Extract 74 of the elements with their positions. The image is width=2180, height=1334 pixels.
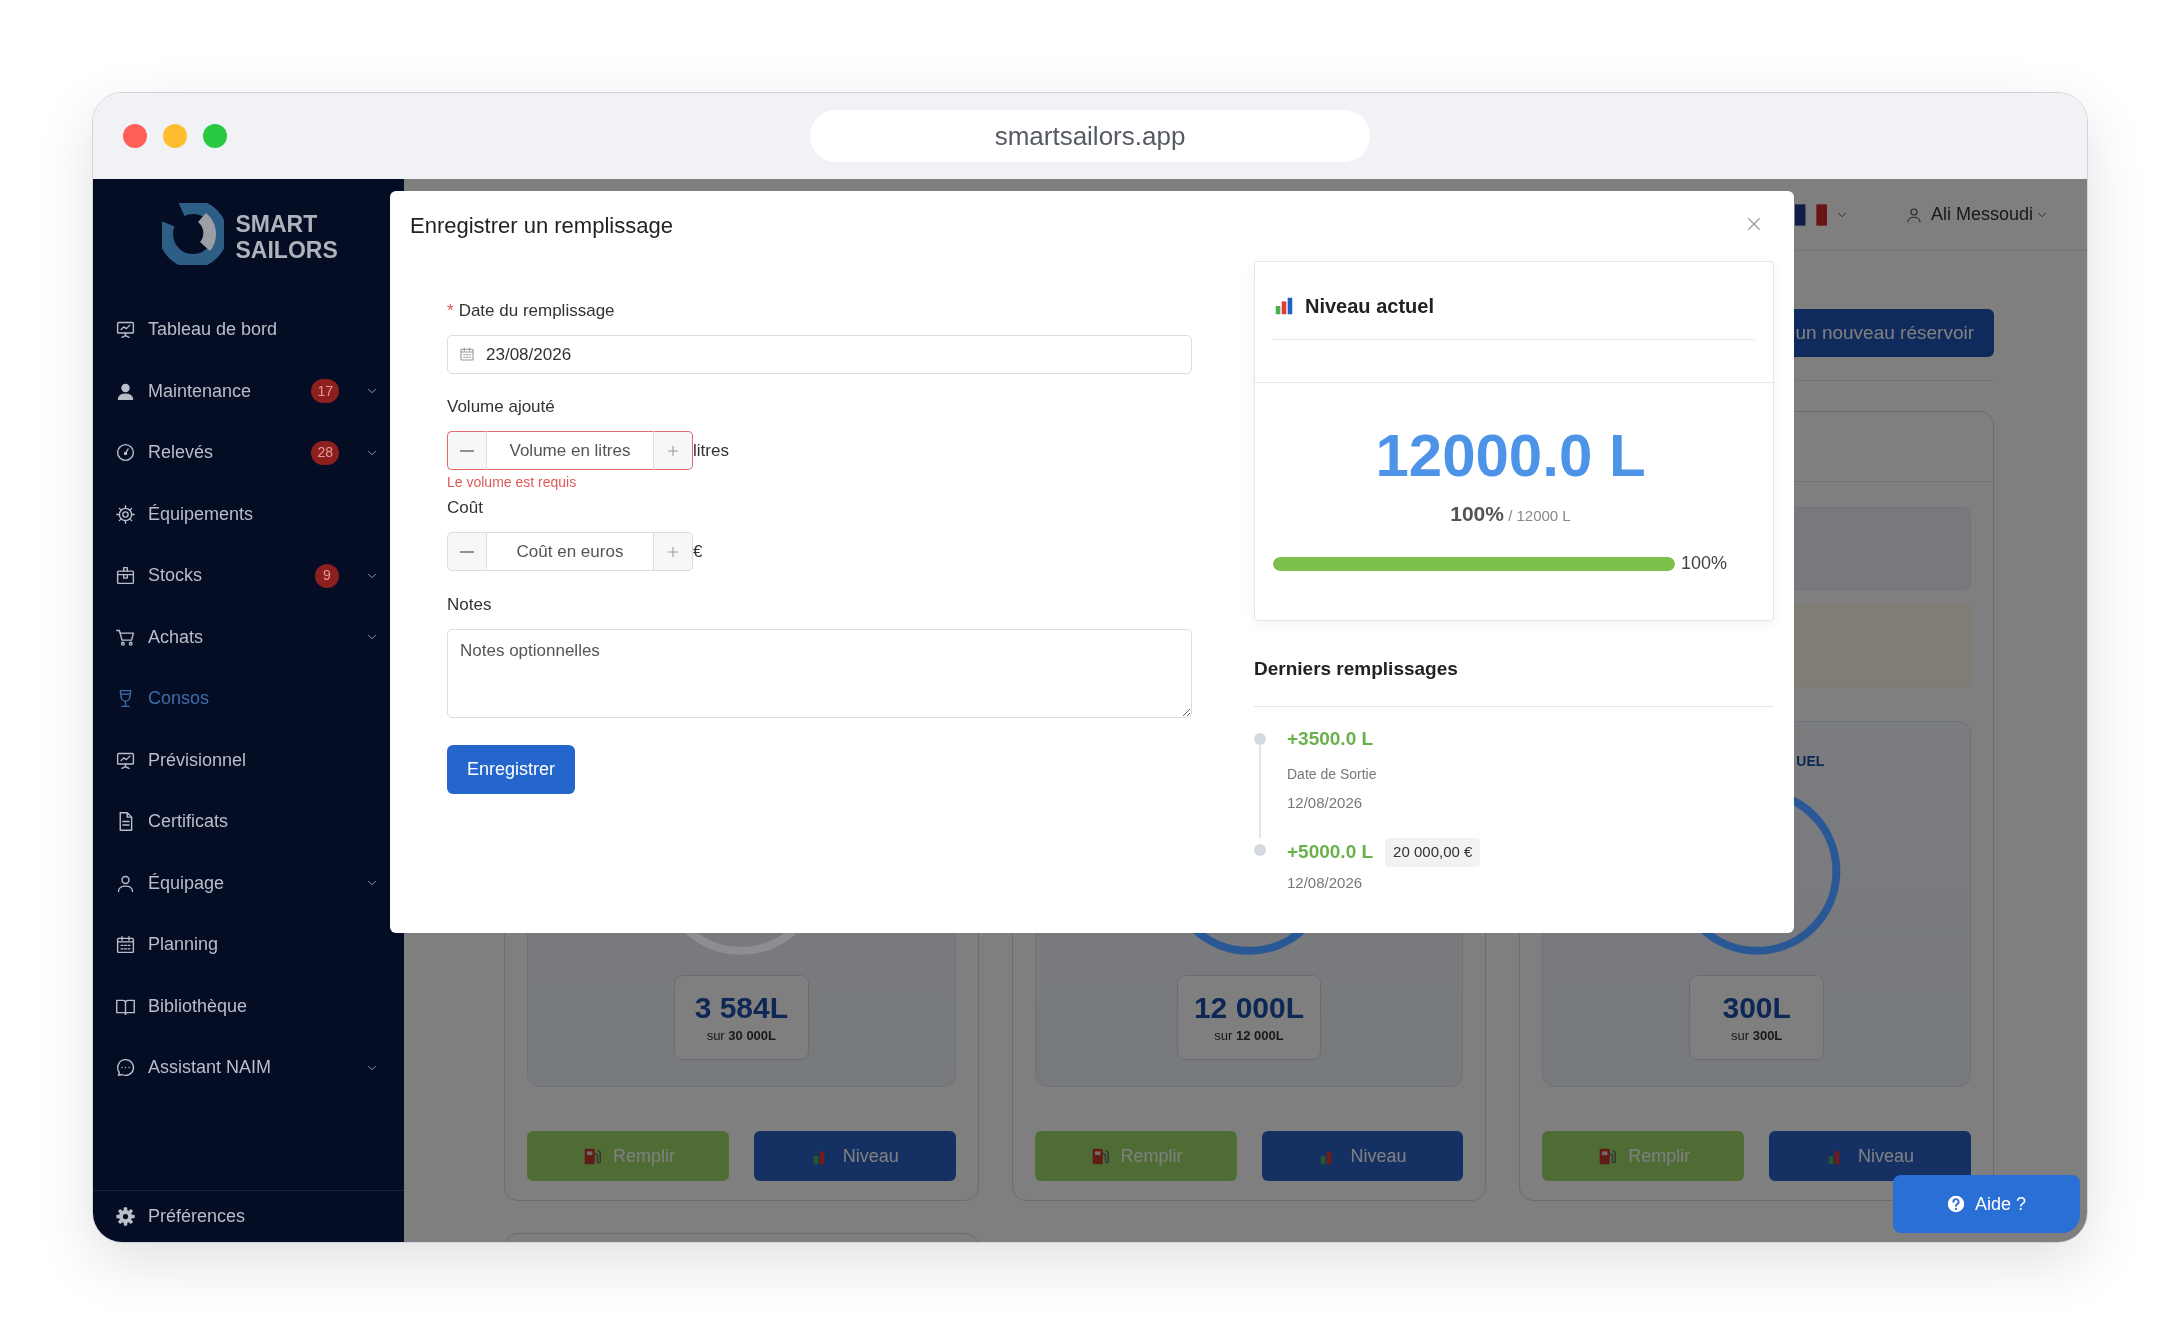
sidebar-item[interactable]: Assistant NAIM xyxy=(93,1037,404,1099)
help-icon xyxy=(1946,1195,1965,1213)
minus-icon xyxy=(460,449,474,452)
increment-button[interactable] xyxy=(653,431,693,470)
sidebar-item[interactable]: Préférences xyxy=(93,1190,404,1242)
field-label: Notes xyxy=(447,595,492,614)
fill-date: 12/08/2026 xyxy=(1287,794,1363,811)
fill-note: Date de Sortie xyxy=(1287,766,1377,782)
minimize-window-button[interactable] xyxy=(163,124,187,148)
user-menu[interactable]: Ali Messoudi xyxy=(1904,201,2049,228)
gauge-title: UEL xyxy=(1796,753,1825,769)
chat-icon xyxy=(115,1057,136,1079)
bar-chart-icon xyxy=(1273,295,1295,317)
card-title: Niveau actuel xyxy=(1305,294,1434,319)
sidebar-item[interactable]: Bibliothèque xyxy=(93,975,404,1037)
fill-percent: 100% xyxy=(1450,502,1504,525)
sidebar-item[interactable]: Stocks 9 xyxy=(93,545,404,607)
sidebar-item[interactable]: Planning xyxy=(93,914,404,976)
logo-icon xyxy=(161,203,224,265)
fill-amount: +5000.0 L xyxy=(1287,840,1374,865)
tank-volume: 3 584L xyxy=(694,989,789,1026)
sidebar-item[interactable]: Tableau de bord xyxy=(93,299,404,361)
fill-amount: +3500.0 L xyxy=(1287,727,1374,751)
tank-capacity: / 12000 L xyxy=(1508,507,1571,524)
field-label: Volume ajouté xyxy=(447,397,555,416)
close-window-button[interactable] xyxy=(123,124,147,148)
modal-title: Enregistrer un remplissage xyxy=(410,213,673,240)
gauge-icon xyxy=(115,442,136,464)
unit-label: litres xyxy=(693,439,729,462)
field-label: Date du remplissage xyxy=(458,301,615,320)
timeline-dot xyxy=(1254,733,1266,745)
unit-label: € xyxy=(693,540,703,563)
tank-capacity: sur 300L xyxy=(1731,1026,1783,1045)
notes-field[interactable]: Notes optionnelles xyxy=(447,629,1192,718)
count-badge: 28 xyxy=(311,440,339,465)
sidebar-item[interactable]: Équipements xyxy=(93,483,404,545)
tank-capacity: sur 30 000L xyxy=(706,1026,776,1045)
section-title: Derniers remplissages xyxy=(1254,658,1458,679)
address-bar[interactable]: smartsailors.app xyxy=(810,110,1370,162)
timeline-dot xyxy=(1254,844,1266,856)
decrement-button[interactable] xyxy=(447,431,487,470)
fill-date: 12/08/2026 xyxy=(1287,873,1363,891)
calendar-icon xyxy=(459,346,475,362)
sidebar-item[interactable]: Certificats xyxy=(93,791,404,853)
sidebar-item[interactable]: Prévisionnel xyxy=(93,729,404,791)
field-label: Coût xyxy=(447,498,483,517)
brand-name: SMART SAILORS xyxy=(235,211,336,264)
count-badge: 17 xyxy=(311,379,339,404)
cost-tag: 20 000,00 € xyxy=(1385,838,1481,867)
sidebar-item[interactable]: Maintenance 17 xyxy=(93,360,404,422)
tank-capacity: sur 12 000L xyxy=(1214,1026,1284,1045)
minus-icon xyxy=(460,550,474,553)
tank-volume: 12 000L xyxy=(1193,989,1305,1026)
count-badge: 9 xyxy=(315,563,339,588)
maximize-window-button[interactable] xyxy=(203,124,227,148)
settings-icon xyxy=(115,503,136,525)
input-field[interactable]: Volume en litres xyxy=(487,431,653,470)
tank-volume: 300L xyxy=(1722,989,1791,1026)
progress-reading: 100% xyxy=(1681,552,1728,575)
calendar-icon xyxy=(115,934,136,956)
presentation-icon xyxy=(115,319,136,341)
sidebar-item[interactable]: Consos xyxy=(93,668,404,730)
user-icon xyxy=(1904,205,1923,224)
settings-icon xyxy=(115,1206,136,1227)
sidebar-item[interactable]: Achats xyxy=(93,606,404,668)
error-message: Le volume est requis xyxy=(447,474,577,490)
sidebar-item[interactable]: Équipage xyxy=(93,852,404,914)
sidebar-item[interactable]: Relevés 28 xyxy=(93,422,404,484)
help-button[interactable]: Aide ? xyxy=(1893,1175,2080,1233)
required-mark: * xyxy=(447,301,454,320)
box-icon xyxy=(115,565,136,587)
save-button[interactable]: Enregistrer xyxy=(447,745,576,794)
current-volume: 12000.0 L xyxy=(1375,422,1646,489)
date-field[interactable]: 23/08/2026 xyxy=(447,335,1192,374)
